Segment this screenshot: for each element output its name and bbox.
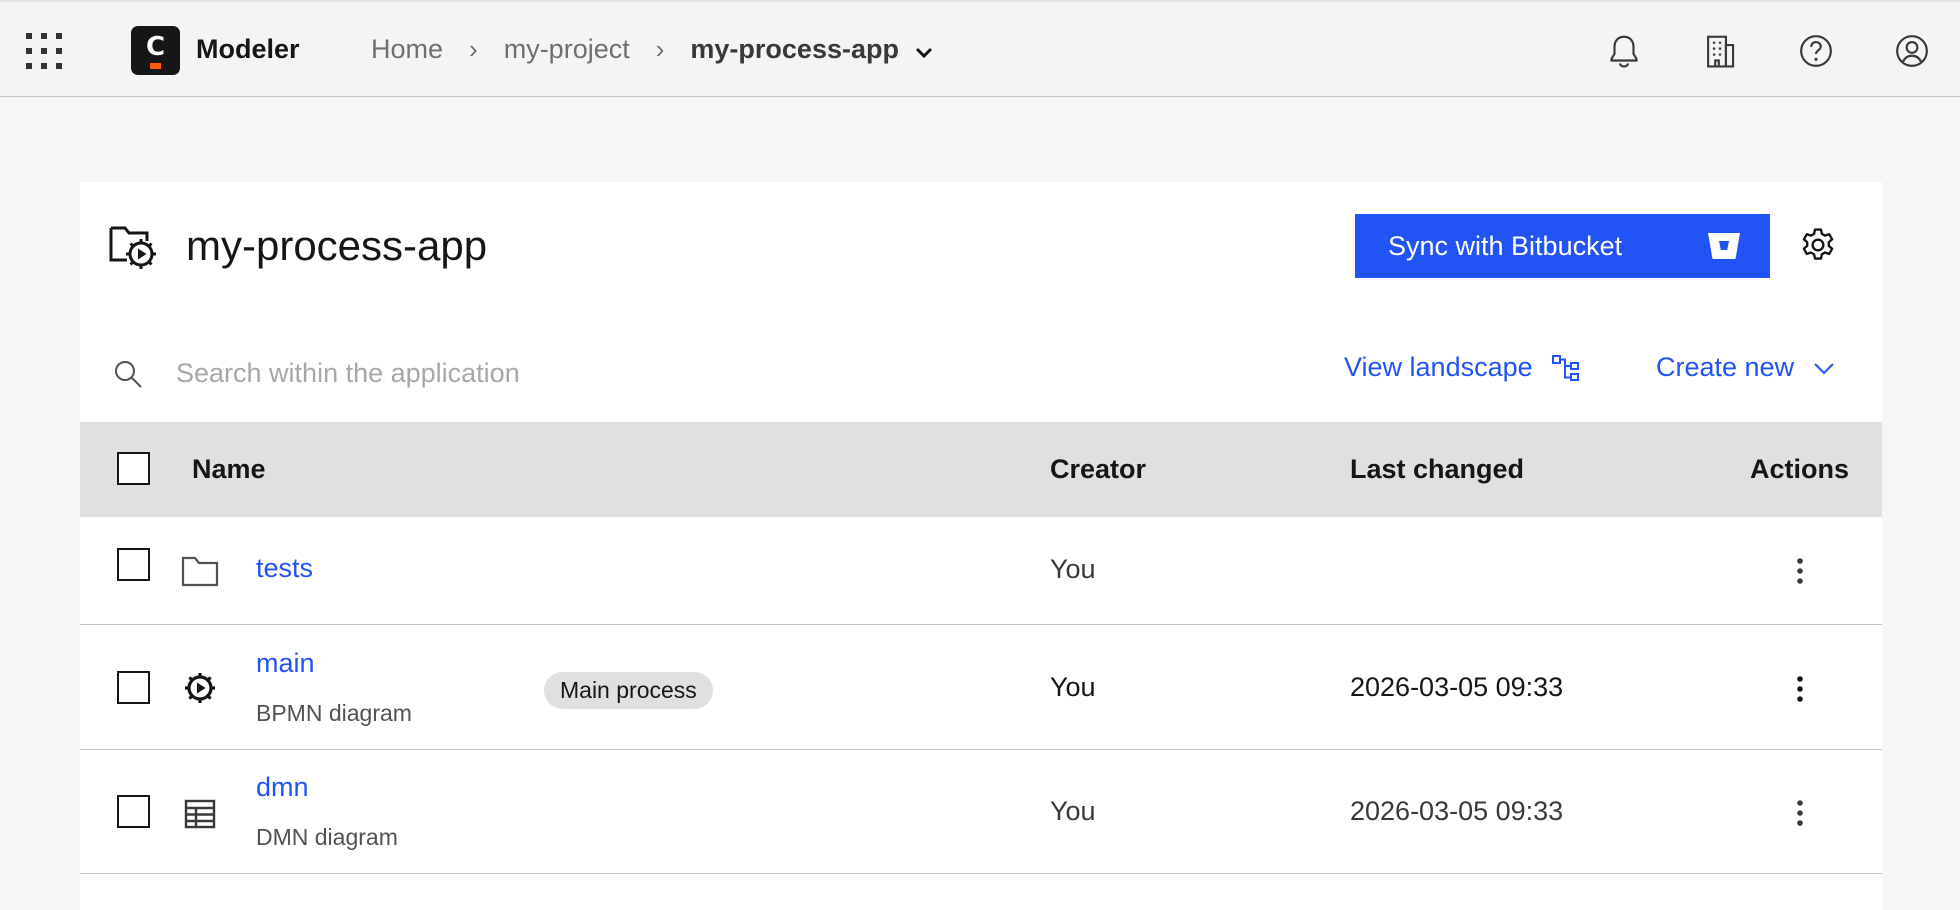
column-header-name[interactable]: Name: [192, 454, 266, 485]
app-switcher-icon[interactable]: [24, 28, 70, 74]
view-landscape-button[interactable]: View landscape: [1344, 352, 1581, 383]
row-last-changed: 2026-03-05 09:33: [1350, 672, 1564, 702]
top-navigation-bar: C Modeler Home › my-project › my-process…: [0, 0, 1960, 97]
overflow-menu-icon[interactable]: [1780, 669, 1820, 709]
row-last-changed: 2026-03-05 09:33: [1350, 796, 1564, 826]
overflow-menu-icon[interactable]: [1780, 793, 1820, 833]
user-avatar-icon[interactable]: [1864, 2, 1960, 99]
page-title: my-process-app: [186, 222, 488, 269]
select-all-checkbox[interactable]: [117, 452, 150, 485]
search-input[interactable]: [176, 348, 1076, 398]
bpmn-gear-icon: [180, 668, 220, 708]
row-checkbox[interactable]: [117, 548, 150, 581]
view-landscape-label: View landscape: [1344, 352, 1533, 382]
notification-icon[interactable]: [1576, 2, 1672, 99]
help-icon[interactable]: [1768, 2, 1864, 99]
table-row[interactable]: tests You: [80, 517, 1882, 625]
table-row[interactable]: dmn DMN diagram You 2026-03-05 09:33: [80, 750, 1882, 874]
search-icon: [112, 358, 144, 390]
main-process-tag: Main process: [544, 672, 713, 709]
organization-icon[interactable]: [1672, 2, 1768, 99]
app-name[interactable]: Modeler: [196, 34, 300, 65]
dmn-table-icon: [180, 794, 220, 834]
row-type: BPMN diagram: [256, 700, 412, 726]
camunda-logo[interactable]: C: [131, 26, 180, 75]
chevron-down-icon: [1814, 362, 1834, 374]
table-row[interactable]: main BPMN diagram Main process You 2026-…: [80, 626, 1882, 750]
row-name-link[interactable]: dmn: [256, 772, 309, 803]
breadcrumb: Home › my-project › my-process-app: [371, 34, 935, 65]
folder-icon: [180, 551, 220, 591]
row-creator: You: [1050, 672, 1096, 702]
application-card: my-process-app Sync with Bitbucket View …: [80, 182, 1882, 910]
breadcrumb-separator: ›: [655, 34, 665, 64]
breadcrumb-home[interactable]: Home: [371, 34, 443, 65]
row-checkbox[interactable]: [117, 795, 150, 828]
breadcrumb-separator: ›: [469, 34, 478, 64]
row-name-link[interactable]: main: [256, 648, 315, 679]
table-header: Name Creator Last changed Actions: [80, 422, 1882, 517]
column-header-last-changed[interactable]: Last changed: [1350, 454, 1524, 485]
header-actions: [1576, 2, 1960, 99]
bitbucket-icon: [1707, 231, 1741, 261]
chevron-down-icon[interactable]: [913, 39, 935, 61]
create-new-button[interactable]: Create new: [1656, 352, 1836, 383]
breadcrumb-project[interactable]: my-project: [504, 34, 630, 65]
settings-gear-icon[interactable]: [1799, 226, 1837, 264]
row-creator: You: [1050, 554, 1096, 584]
column-header-actions: Actions: [1750, 454, 1850, 484]
toolbar-row: View landscape Create new: [80, 342, 1882, 432]
row-name-link[interactable]: tests: [256, 553, 313, 584]
process-application-icon: [108, 222, 158, 272]
column-header-creator[interactable]: Creator: [1050, 454, 1146, 485]
breadcrumb-current-app[interactable]: my-process-app: [690, 34, 899, 65]
row-type: DMN diagram: [256, 824, 398, 850]
row-checkbox[interactable]: [117, 671, 150, 704]
row-creator: You: [1050, 796, 1096, 826]
landscape-tree-icon: [1551, 354, 1579, 381]
create-new-label: Create new: [1656, 352, 1795, 382]
sync-button-label: Sync with Bitbucket: [1388, 230, 1623, 261]
overflow-menu-icon[interactable]: [1780, 551, 1820, 591]
sync-with-bitbucket-button[interactable]: Sync with Bitbucket: [1355, 214, 1770, 278]
